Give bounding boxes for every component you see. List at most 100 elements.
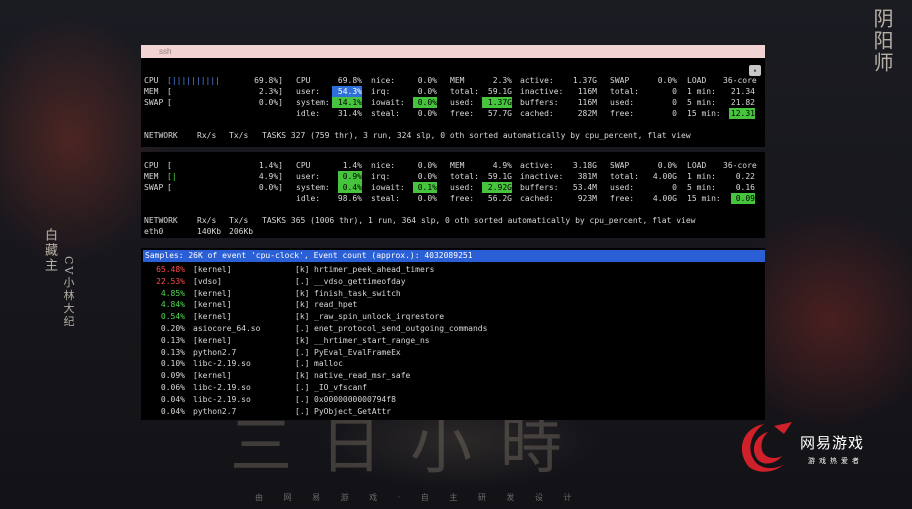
perf-sym-type: [.] (295, 347, 310, 357)
terminal-titlebar[interactable]: ssh (141, 45, 765, 58)
perf-row[interactable]: 0.13% python2.7 [.] PyEval_EvalFrameEx (141, 347, 761, 358)
mem-stats-title: MEM (450, 76, 465, 85)
terminal-window-1[interactable]: ssh ▴ CPU [|||||||||| 69.8%] MEM [ 2.3%]… (141, 45, 765, 147)
swap-bar: [ (167, 183, 172, 192)
perf-symbol: __hrtimer_start_range_ns (314, 335, 430, 345)
cpu-user-value: 0.9% (338, 171, 362, 182)
perf-dso: python2.7 (193, 347, 237, 357)
terminal-window-perf[interactable]: Samples: 26K of event 'cpu-clock', Event… (141, 248, 765, 420)
mem-free-value: 56.2G (487, 194, 512, 203)
perf-row[interactable]: 0.54% [kernel] [k] _raw_spin_unlock_irqrest… (141, 311, 761, 322)
game-title-decor: 阴阳师 (870, 8, 894, 74)
mem-total-label: total: (450, 87, 479, 96)
network-label: NETWORK (144, 131, 178, 140)
perf-row[interactable]: 0.13% [kernel] [k] __hrtimer_start_range_ns (141, 335, 761, 346)
cpu-stats-title: CPU (296, 76, 311, 85)
perf-sym-type: [k] (295, 300, 310, 310)
perf-symbol: native_read_msr_safe (314, 371, 411, 381)
load-15min-label: 15 min: (687, 109, 721, 118)
tasks-summary: TASKS 365 (1006 thr), 1 run, 364 slp, 0 … (262, 216, 696, 225)
cpu-system-value: 14.1% (332, 97, 362, 108)
perf-dso: libc-2.19.so (193, 359, 251, 369)
load-15min-label: 15 min: (687, 194, 721, 203)
perf-row[interactable]: 0.06% libc-2.19.so [.] _IO_vfscanf (141, 382, 761, 393)
netease-games-logo: 网易游戏 游戏热爱者 (734, 420, 904, 490)
perf-row[interactable]: 4.85% [kernel] [k] finish_task_switch (141, 288, 761, 299)
swap-total-label: total: (610, 172, 639, 181)
cpu-system-value: 0.4% (338, 182, 362, 193)
load-cores: 36-core (723, 76, 757, 85)
load-cores: 36-core (723, 161, 757, 170)
perf-dso: asiocore_64.so (193, 324, 261, 333)
cpu-idle-value: 98.6% (337, 194, 362, 203)
character-name-decor: 白藏主 (42, 228, 57, 273)
perf-sym-type: [k] (295, 288, 310, 298)
cpu-user-value: 54.3% (332, 86, 362, 97)
mem-used-label: used: (450, 98, 475, 107)
swap-used-label: used: (610, 183, 635, 192)
cpu-label: CPU (144, 161, 159, 170)
perf-overhead: 0.04% (160, 406, 185, 416)
perf-row[interactable]: 0.09% [kernel] [k] native_read_msr_safe (141, 370, 761, 381)
cpu-nice-label: nice: (371, 76, 396, 85)
perf-row[interactable]: 65.48% [kernel] [k] hrtimer_peek_ahead_time… (141, 264, 761, 275)
perf-row[interactable]: 4.84% [kernel] [k] read_hpet (141, 299, 761, 310)
mem-buffers-label: buffers: (520, 98, 559, 107)
mem-cached-label: cached: (520, 109, 554, 118)
swap-stats-title: SWAP (610, 161, 630, 170)
perf-dso: [kernel] (193, 335, 232, 345)
perf-row[interactable]: 0.04% libc-2.19.so [.] 0x0000000000794f8 (141, 394, 761, 405)
mem-inactive-label: inactive: (520, 87, 564, 96)
perf-dso: python2.7 (193, 406, 237, 416)
perf-overhead: 0.06% (160, 383, 185, 392)
load-1min-value: 0.22 (735, 172, 755, 181)
perf-symbol: _raw_spin_unlock_irqrestore (314, 312, 445, 322)
swap-free-label: free: (610, 194, 635, 203)
tagline-decor: 由 网 易 游 戏 · 自 主 研 发 设 计 (255, 493, 581, 502)
perf-symbol: hrtimer_peek_ahead_timers (314, 265, 435, 274)
cpu-total: 1.4% (342, 161, 362, 170)
terminal-window-2[interactable]: CPU [ 1.4%] MEM [| 4.9%] SWAP [ 0.0%] CP… (141, 152, 765, 238)
perf-row[interactable]: 0.20% asiocore_64.so [.] enet_protocol_send… (141, 323, 761, 334)
load-title: LOAD (687, 161, 707, 170)
mem-meter-pct: 4.9%] (258, 172, 283, 181)
mem-cached-value: 282M (577, 109, 597, 118)
swap-label: SWAP (144, 183, 164, 192)
network-iface-rx: 140Kb (197, 227, 222, 236)
cpu-system-label: system: (296, 98, 330, 107)
mem-pct: 2.3% (492, 76, 512, 85)
perf-row[interactable]: 22.53% [vdso] [.] __vdso_gettimeofday (141, 276, 761, 287)
swap-label: SWAP (144, 98, 164, 107)
perf-overhead: 0.13% (160, 335, 185, 345)
perf-symbol: __vdso_gettimeofday (314, 276, 406, 286)
perf-symbol: 0x0000000000794f8 (314, 394, 396, 404)
swap-stats-title: SWAP (610, 76, 630, 85)
cpu-total: 69.8% (337, 76, 362, 85)
cpu-user-label: user: (296, 172, 321, 181)
perf-row[interactable]: 0.04% python2.7 [.] PyObject_GetAttr (141, 406, 761, 417)
perf-symbol: _IO_vfscanf (314, 383, 367, 392)
perf-overhead: 0.54% (160, 312, 185, 322)
cpu-irq-value: 0.0% (417, 172, 437, 181)
swap-used-value: 0 (672, 98, 677, 107)
mem-used-label: used: (450, 183, 475, 192)
perf-sym-type: [k] (295, 371, 310, 381)
load-5min-value: 21.82 (730, 98, 755, 107)
mem-buffers-label: buffers: (520, 183, 559, 192)
mem-active-label: active: (520, 76, 554, 85)
perf-row[interactable]: 0.10% libc-2.19.so [.] malloc (141, 358, 761, 369)
swap-free-value: 0 (672, 109, 677, 118)
cpu-meter-pct: 69.8%] (254, 76, 283, 85)
mem-buffers-value: 116M (577, 98, 597, 107)
swap-total-label: total: (610, 87, 639, 96)
network-rx-header: Rx/s (197, 216, 217, 225)
network-tx-header: Tx/s (229, 216, 249, 225)
perf-sym-type: [.] (295, 359, 310, 369)
perf-samples-header: Samples: 26K of event 'cpu-clock', Event… (143, 250, 765, 262)
perf-symbol: PyObject_GetAttr (314, 406, 392, 416)
perf-sym-type: [k] (295, 335, 310, 345)
mem-cached-label: cached: (520, 194, 554, 203)
mem-label: MEM (144, 172, 159, 181)
network-iface-tx: 206Kb (229, 227, 254, 236)
cpu-user-label: user: (296, 87, 321, 96)
